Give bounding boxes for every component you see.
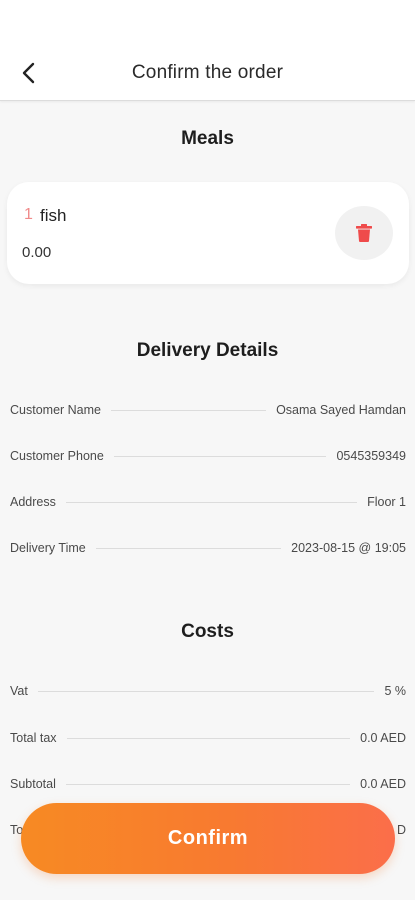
cost-label: Vat [10, 684, 28, 698]
detail-label: Address [10, 495, 56, 509]
meal-card: 1 fish 0.00 [7, 182, 409, 284]
divider [66, 737, 351, 739]
cost-value: 5 % [384, 684, 406, 698]
cost-value: D [396, 823, 406, 837]
detail-row-customer-name: Customer Name Osama Sayed Hamdan [10, 400, 406, 420]
page-title: Confirm the order [131, 62, 284, 83]
cost-value: 0.0 AED [360, 777, 406, 791]
detail-value: Osama Sayed Hamdan [276, 403, 406, 417]
confirm-button[interactable]: Confirm [21, 803, 395, 874]
meal-price: 0.00 [22, 244, 52, 261]
detail-value: 0545359349 [336, 449, 406, 463]
cost-value: 0.0 AED [360, 731, 406, 745]
cost-row-vat: Vat 5 % [10, 681, 406, 701]
meal-name: fish [40, 206, 67, 225]
detail-row-customer-phone: Customer Phone 0545359349 [10, 446, 406, 466]
detail-label: Customer Name [10, 403, 101, 417]
meal-quantity: 1 [24, 206, 33, 223]
divider [65, 501, 358, 503]
detail-value: Floor 1 [367, 495, 406, 509]
trash-icon [356, 224, 372, 242]
divider [65, 783, 351, 785]
detail-value: 2023-08-15 @ 19:05 [291, 541, 406, 555]
cost-label: Total tax [10, 731, 57, 745]
cost-row-subtotal: Subtotal 0.0 AED [10, 774, 406, 794]
divider [37, 690, 375, 692]
detail-label: Delivery Time [10, 541, 86, 555]
cost-label: Subtotal [10, 777, 56, 791]
meals-section-title: Meals [181, 128, 234, 149]
divider [95, 547, 282, 549]
divider [113, 455, 327, 457]
app-header: Confirm the order [0, 0, 415, 101]
divider [111, 409, 267, 411]
detail-row-address: Address Floor 1 [10, 492, 406, 512]
detail-label: Customer Phone [10, 449, 104, 463]
detail-row-delivery-time: Delivery Time 2023-08-15 @ 19:05 [10, 538, 406, 558]
delivery-section-title: Delivery Details [136, 340, 279, 361]
costs-section-title: Costs [181, 621, 234, 642]
cost-row-total-tax: Total tax 0.0 AED [10, 728, 406, 748]
delete-meal-button[interactable] [335, 206, 393, 260]
